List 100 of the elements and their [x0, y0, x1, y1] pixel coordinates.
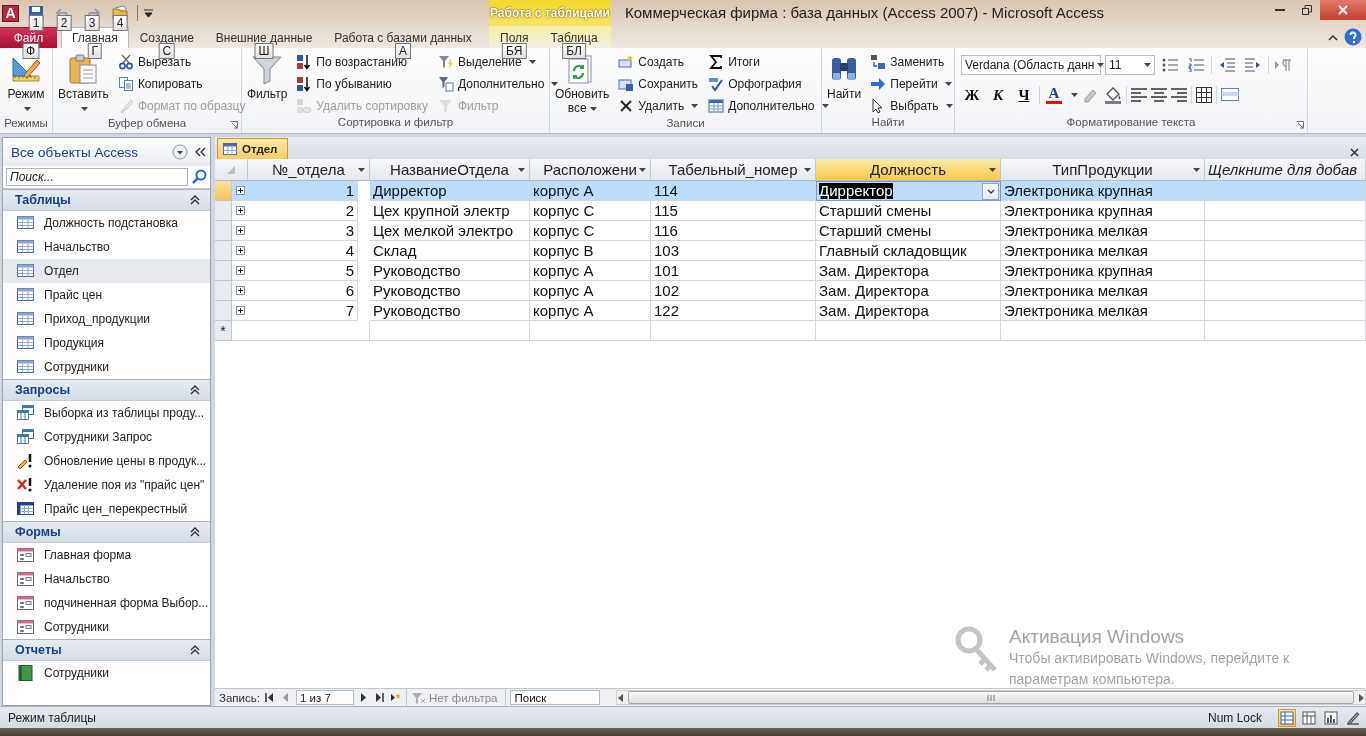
- nav-item[interactable]: Продукция: [3, 331, 210, 355]
- last-record-button[interactable]: [373, 690, 386, 705]
- table-cell: 102: [651, 281, 816, 301]
- keytip-tooltip: БЯ: [502, 43, 527, 59]
- new-record-marker[interactable]: *: [215, 321, 232, 341]
- ribbon-button[interactable]: Перейти: [867, 73, 956, 94]
- view-button[interactable]: [1278, 708, 1296, 727]
- nav-item[interactable]: Сотрудники: [3, 661, 210, 685]
- dialog-launcher-icon[interactable]: [1296, 121, 1304, 129]
- table-row[interactable]: 7 Руководство корпус А 122 Зам. Директора Электроника мелкая: [215, 301, 1366, 321]
- nav-item[interactable]: Выборка из таблицы проду...: [3, 401, 210, 425]
- table-row[interactable]: 5 Руководство корпус А 101 Зам. Директора Электроника крупная: [215, 261, 1366, 281]
- first-record-icon: [265, 693, 275, 702]
- new-record-cell[interactable]: [248, 321, 370, 341]
- text-style-button[interactable]: К: [987, 84, 1009, 106]
- keytip-tooltip: 1: [28, 15, 44, 31]
- search-field[interactable]: Поиск: [510, 690, 601, 705]
- record-label: Запись:: [218, 691, 260, 704]
- table-icon: [17, 239, 34, 255]
- nav-item[interactable]: Сотрудники: [3, 355, 210, 379]
- ribbon-button[interactable]: Выбрать: [867, 95, 956, 116]
- document-tab[interactable]: Отдел: [217, 138, 289, 159]
- group-label: Режимы: [3, 117, 49, 131]
- expand-icon: [235, 266, 245, 275]
- keytip-tooltip: Г: [87, 43, 103, 59]
- expand-icon: [235, 226, 245, 235]
- ribbon-button[interactable]: По убыванию: [293, 73, 431, 94]
- table-cell: Склад: [370, 241, 530, 261]
- nav-item[interactable]: Удаление поя из "прайс цен": [3, 473, 210, 497]
- record-position-field[interactable]: 1 из 7: [295, 690, 354, 705]
- form-icon: [17, 547, 34, 563]
- nav-item[interactable]: Прайс цен_перекрестный: [3, 497, 210, 521]
- new-record-cell[interactable]: [1205, 321, 1366, 341]
- ribbon-button[interactable]: Удалить: [615, 95, 702, 116]
- restore-icon: [1301, 5, 1312, 15]
- numbered-list-icon: [1188, 58, 1204, 72]
- first-record-button[interactable]: [263, 690, 276, 705]
- new-record-cell[interactable]: [370, 321, 530, 341]
- keytip-tooltip: 2: [56, 15, 72, 31]
- group-label: Найти: [870, 116, 906, 130]
- column-header[interactable]: Должность: [816, 159, 1001, 181]
- section-title: Формы: [15, 525, 61, 539]
- table-row[interactable]: 3 Цех мелкой электро корпус С 116 Старший смены Электроника мелкая: [215, 221, 1366, 241]
- section-header[interactable]: Формы: [3, 521, 210, 543]
- dialog-launcher-icon[interactable]: [230, 121, 238, 129]
- search-field[interactable]: Поиск...: [6, 168, 188, 186]
- paragraph-icon: [1274, 58, 1294, 72]
- nav-item[interactable]: Главная форма: [3, 543, 210, 567]
- combo-field[interactable]: Дирректор: [816, 181, 1001, 201]
- tab-label: Отдел: [242, 143, 278, 155]
- font-color-button[interactable]: A: [1044, 86, 1064, 104]
- ribbon-button[interactable]: Создать: [615, 51, 702, 72]
- no-filter-icon: [410, 691, 425, 704]
- nav-item[interactable]: Обновление цены в продук...: [3, 449, 210, 473]
- table-row[interactable]: 1 Дирректор корпус А 114 Дирректор Электроника крупная: [215, 181, 1366, 201]
- customize-icon: [144, 9, 153, 17]
- delete-exclamation-icon: [17, 477, 34, 493]
- nav-item[interactable]: Сотрудники Запрос: [3, 425, 210, 449]
- table-icon: [223, 143, 237, 155]
- ribbon-button[interactable]: Заменить: [867, 51, 956, 72]
- collapse-pane-icon: [194, 147, 206, 157]
- new-record-cell[interactable]: [1001, 321, 1205, 341]
- table-row[interactable]: 2 Цех крупной электр корпус С 115 Старший смены Электроника крупная: [215, 201, 1366, 221]
- nav-item[interactable]: Сотрудники: [3, 615, 210, 639]
- table-cell: Главный складовщик: [816, 241, 1001, 261]
- keytip-tooltip: А: [395, 43, 411, 59]
- font-name-field[interactable]: Verdana (Область данн: [961, 55, 1101, 75]
- view-button[interactable]: [1300, 708, 1318, 727]
- caret-icon: [639, 168, 646, 172]
- nav-item[interactable]: Начальство: [3, 567, 210, 591]
- nav-item[interactable]: подчиненная форма Выбор...: [3, 591, 210, 615]
- caret-icon: [989, 168, 996, 172]
- form-icon: [17, 619, 34, 635]
- crosstab-icon: [17, 501, 34, 517]
- view-button[interactable]: [1322, 708, 1340, 727]
- nav-item[interactable]: Отдел: [3, 259, 210, 283]
- new-record-cell[interactable]: [816, 321, 1001, 341]
- table-row[interactable]: 4 Склад корпус В 103 Главный складовщик Электроника мелкая: [215, 241, 1366, 261]
- window-title: Коммерческая фирма : база данных (Access 2007) - Microsoft Access: [624, 3, 1106, 21]
- font-size-field[interactable]: 11: [1105, 55, 1155, 75]
- section-header[interactable]: Таблицы: [3, 189, 210, 211]
- horizontal-scrollbar[interactable]: [616, 690, 1366, 705]
- new-record-cell[interactable]: [530, 321, 651, 341]
- app-logo[interactable]: A: [2, 4, 19, 22]
- section-header[interactable]: Запросы: [3, 379, 210, 401]
- close-document-button[interactable]: [1348, 145, 1360, 159]
- close-button[interactable]: [1320, 0, 1366, 20]
- table-cell: 1: [248, 181, 358, 201]
- close-icon: [1349, 147, 1359, 157]
- filter-icon: [251, 53, 284, 85]
- nav-item[interactable]: Прайс цен: [3, 283, 210, 307]
- text-style-button[interactable]: Ч: [1013, 84, 1035, 106]
- nav-item[interactable]: Начальство: [3, 235, 210, 259]
- nav-item[interactable]: Приход_продукции: [3, 307, 210, 331]
- text-style-button[interactable]: Ж: [961, 84, 983, 106]
- new-record-cell[interactable]: [651, 321, 816, 341]
- nav-item[interactable]: Должность подстановка: [3, 211, 210, 235]
- table-row[interactable]: 6 Руководство корпус А 102 Зам. Директора Электроника мелкая: [215, 281, 1366, 301]
- section-header[interactable]: Отчеты: [3, 639, 210, 661]
- ribbon-button[interactable]: Сохранить: [615, 73, 702, 94]
